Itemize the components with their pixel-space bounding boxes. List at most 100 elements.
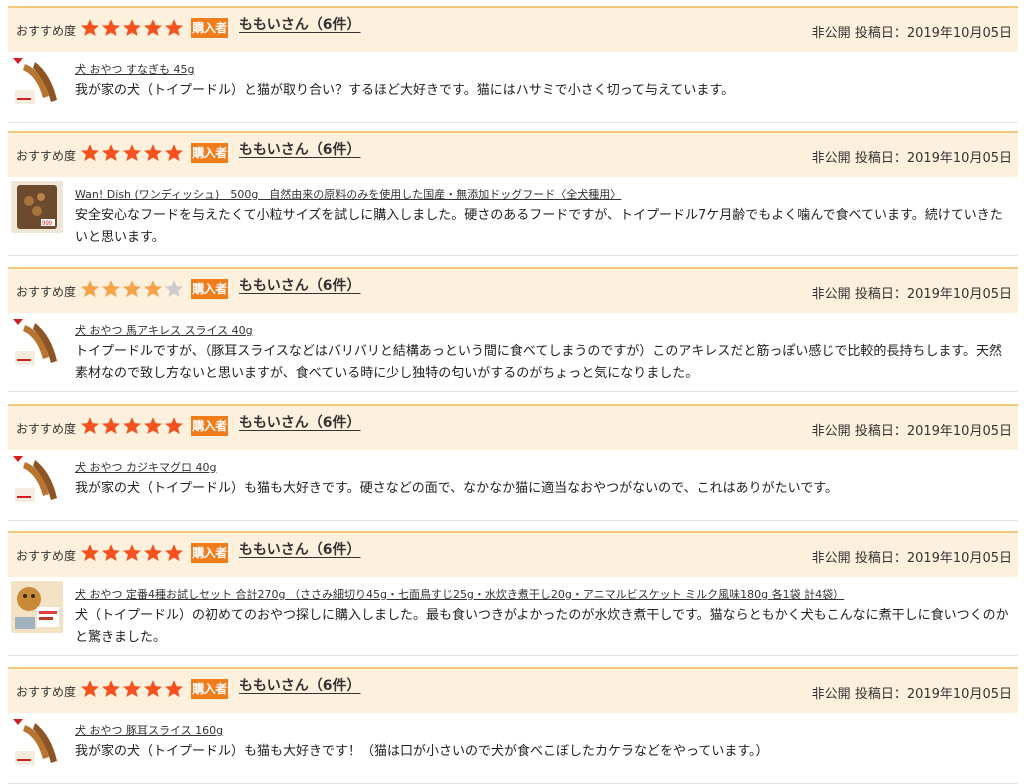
star-icon bbox=[81, 680, 99, 697]
product-link[interactable]: Wan! Dish (ワンディッシュ) 500g 自然由来の原料のみを使用した国… bbox=[75, 188, 621, 202]
posted-date: 2019年10月05日 bbox=[906, 424, 1012, 439]
review-card: おすすめ度 購入者 ももいさん（6件） 非公開 投稿日：2019年10月05日 … bbox=[8, 6, 1018, 123]
review-body: 999 Wan! Dish (ワンディッシュ) 500g 自然由来の原料のみを使… bbox=[8, 177, 1018, 249]
review-meta: 非公開 投稿日：2019年10月05日 bbox=[812, 683, 1012, 702]
review-comment: 我が家の犬（トイプードル）も猫も大好きです！（猫は口が小さいので犬が食べこぼした… bbox=[75, 744, 769, 759]
review-body: 犬 おやつ 豚耳スライス 160g 我が家の犬（トイプードル）も猫も大好きです！… bbox=[8, 713, 1018, 777]
star-icon bbox=[102, 19, 120, 36]
posted-date-label: 投稿日：2019年10月05日 bbox=[855, 551, 1012, 566]
posted-date: 2019年10月05日 bbox=[906, 151, 1012, 166]
star-icon bbox=[165, 144, 183, 161]
star-icon bbox=[165, 280, 183, 297]
review-comment: 安全安心なフードを与えたくて小粒サイズを試しに購入しました。硬さのあるフードです… bbox=[75, 208, 1003, 245]
star-icon bbox=[144, 544, 162, 561]
product-link[interactable]: 犬 おやつ すなぎも 45g bbox=[75, 63, 194, 77]
reviewer-link[interactable]: ももいさん（6件） bbox=[239, 539, 360, 559]
jerky-product-icon bbox=[11, 56, 63, 108]
rating-stars bbox=[80, 543, 185, 565]
star-icon bbox=[81, 280, 99, 297]
rating-stars bbox=[80, 416, 185, 438]
star-icon bbox=[81, 144, 99, 161]
product-thumbnail[interactable] bbox=[11, 454, 63, 506]
reviewer-link[interactable]: ももいさん（6件） bbox=[239, 275, 360, 295]
posted-prefix: 投稿日： bbox=[854, 151, 907, 166]
review-meta: 非公開 投稿日：2019年10月05日 bbox=[812, 147, 1012, 166]
privacy-label: 非公開 bbox=[811, 287, 851, 302]
star-icon bbox=[81, 19, 99, 36]
recommend-label: おすすめ度 bbox=[16, 24, 77, 38]
review-header: おすすめ度 購入者 ももいさん（6件） 非公開 投稿日：2019年10月05日 bbox=[8, 531, 1018, 577]
privacy-label: 非公開 bbox=[811, 26, 851, 41]
star-icon bbox=[102, 280, 120, 297]
purchaser-badge: 購入者 bbox=[191, 143, 228, 163]
svg-text:999: 999 bbox=[42, 221, 53, 227]
star-icon bbox=[102, 144, 120, 161]
review-comment: 我が家の犬（トイプードル）と猫が取り合い？するほど大好きです。猫にはハサミで小さ… bbox=[75, 83, 735, 98]
star-icon bbox=[144, 280, 162, 297]
posted-prefix: 投稿日： bbox=[854, 26, 907, 41]
star-icon bbox=[165, 417, 183, 434]
review-card: おすすめ度 購入者 ももいさん（6件） 非公開 投稿日：2019年10月05日 … bbox=[8, 267, 1018, 392]
dog-food-bag-icon: 999 bbox=[11, 181, 63, 233]
recommend-label: おすすめ度 bbox=[16, 285, 77, 299]
rating-stars bbox=[80, 143, 185, 165]
rating-stars bbox=[80, 279, 185, 301]
star-icon bbox=[144, 144, 162, 161]
review-body: 犬 おやつ 馬アキレス スライス 40g トイプードルですが、（豚耳スライスなど… bbox=[8, 313, 1018, 385]
jerky-product-icon bbox=[11, 317, 63, 369]
product-thumbnail[interactable] bbox=[11, 581, 63, 633]
review-divider bbox=[8, 255, 1018, 256]
reviewer-link[interactable]: ももいさん（6件） bbox=[239, 412, 360, 432]
privacy-label: 非公開 bbox=[811, 551, 851, 566]
star-icon bbox=[102, 417, 120, 434]
review-body: 犬 おやつ カジキマグロ 40g 我が家の犬（トイプードル）も猫も大好きです。硬… bbox=[8, 450, 1018, 514]
star-icon bbox=[123, 544, 141, 561]
product-thumbnail[interactable] bbox=[11, 317, 63, 369]
star-icon bbox=[123, 19, 141, 36]
posted-prefix: 投稿日： bbox=[854, 687, 907, 702]
star-icon bbox=[123, 417, 141, 434]
recommend-label: おすすめ度 bbox=[16, 149, 77, 163]
privacy-label: 非公開 bbox=[811, 151, 851, 166]
review-divider bbox=[8, 520, 1018, 521]
review-card: おすすめ度 購入者 ももいさん（6件） 非公開 投稿日：2019年10月05日 … bbox=[8, 404, 1018, 521]
product-link[interactable]: 犬 おやつ カジキマグロ 40g bbox=[75, 461, 216, 475]
review-header: おすすめ度 購入者 ももいさん（6件） 非公開 投稿日：2019年10月05日 bbox=[8, 667, 1018, 713]
dog-treat-set-icon bbox=[11, 581, 63, 633]
posted-date: 2019年10月05日 bbox=[906, 26, 1012, 41]
review-card: おすすめ度 購入者 ももいさん（6件） 非公開 投稿日：2019年10月05日 … bbox=[8, 667, 1018, 784]
posted-date-label: 投稿日：2019年10月05日 bbox=[855, 151, 1012, 166]
product-link[interactable]: 犬 おやつ 定番4種お試しセット 合計270g （ささみ細切り45g・七面鳥すじ… bbox=[75, 588, 844, 602]
review-meta: 非公開 投稿日：2019年10月05日 bbox=[812, 420, 1012, 439]
recommend-label: おすすめ度 bbox=[16, 549, 77, 563]
star-icon bbox=[102, 544, 120, 561]
purchaser-badge: 購入者 bbox=[191, 679, 228, 699]
reviewer-link[interactable]: ももいさん（6件） bbox=[239, 139, 360, 159]
product-link[interactable]: 犬 おやつ 豚耳スライス 160g bbox=[75, 724, 223, 738]
star-icon bbox=[102, 680, 120, 697]
review-meta: 非公開 投稿日：2019年10月05日 bbox=[812, 283, 1012, 302]
star-icon bbox=[123, 280, 141, 297]
review-divider bbox=[8, 122, 1018, 123]
posted-date: 2019年10月05日 bbox=[906, 287, 1012, 302]
star-icon bbox=[123, 680, 141, 697]
review-header: おすすめ度 購入者 ももいさん（6件） 非公開 投稿日：2019年10月05日 bbox=[8, 404, 1018, 450]
posted-date-label: 投稿日：2019年10月05日 bbox=[855, 687, 1012, 702]
star-icon bbox=[81, 544, 99, 561]
product-thumbnail[interactable] bbox=[11, 56, 63, 108]
privacy-label: 非公開 bbox=[811, 687, 851, 702]
product-link[interactable]: 犬 おやつ 馬アキレス スライス 40g bbox=[75, 324, 253, 338]
recommend-label: おすすめ度 bbox=[16, 685, 77, 699]
review-comment: 我が家の犬（トイプードル）も猫も大好きです。硬さなどの面で、なかなか猫に適当なお… bbox=[75, 481, 838, 496]
product-thumbnail[interactable] bbox=[11, 717, 63, 769]
review-divider bbox=[8, 655, 1018, 656]
product-thumbnail[interactable]: 999 bbox=[11, 181, 63, 233]
review-meta: 非公開 投稿日：2019年10月05日 bbox=[812, 22, 1012, 41]
rating-stars bbox=[80, 18, 185, 40]
review-header: おすすめ度 購入者 ももいさん（6件） 非公開 投稿日：2019年10月05日 bbox=[8, 6, 1018, 52]
reviewer-link[interactable]: ももいさん（6件） bbox=[239, 675, 360, 695]
posted-date-label: 投稿日：2019年10月05日 bbox=[855, 287, 1012, 302]
reviewer-link[interactable]: ももいさん（6件） bbox=[239, 14, 360, 34]
posted-prefix: 投稿日： bbox=[854, 287, 907, 302]
review-comment: トイプードルですが、（豚耳スライスなどはバリバリと結構あっという間に食べてしまう… bbox=[75, 344, 1003, 381]
